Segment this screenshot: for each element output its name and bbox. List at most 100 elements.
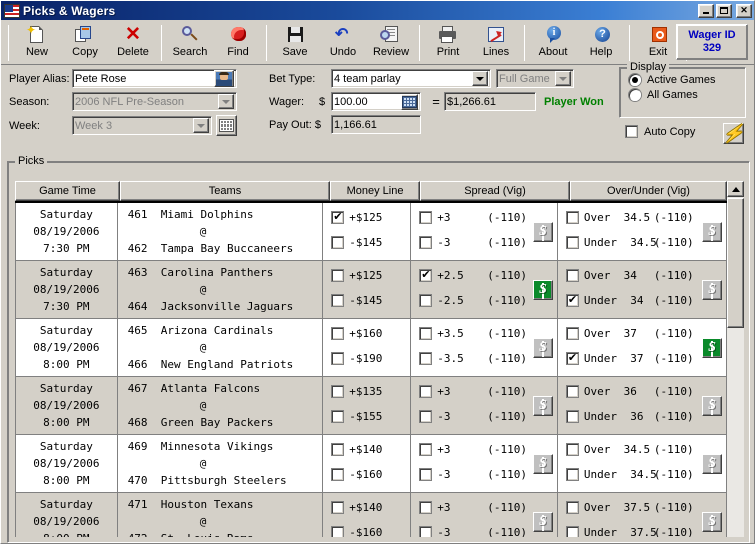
money-line-checkbox[interactable] [331,269,345,282]
money-line-checkbox[interactable] [331,236,345,249]
money-line-option[interactable]: +$135 [323,379,410,404]
spread-s-button[interactable]: S [532,454,553,474]
radio-all-games[interactable]: All Games [620,86,745,101]
over-under-checkbox[interactable] [565,351,579,365]
radio-all-games-icon[interactable] [629,89,641,101]
print-button[interactable]: Print [424,22,472,63]
money-line-option[interactable]: -$145 [323,230,410,255]
spread-s-button[interactable]: S [532,280,553,300]
money-line-checkbox[interactable] [331,410,345,423]
over-under-checkbox[interactable] [565,293,579,307]
column-header-money-line[interactable]: Money Line [330,181,420,201]
money-line-checkbox[interactable] [331,294,345,307]
spread-checkbox[interactable] [419,352,433,365]
season-dropdown[interactable]: 2006 NFL Pre-Season [72,92,237,111]
wager-calculator-button[interactable] [401,93,418,110]
over-under-s-button[interactable]: S [702,222,723,242]
over-under-s-button[interactable]: S [702,338,723,358]
game-period-chevron-down-icon[interactable] [555,71,571,86]
undo-button[interactable]: ↶ Undo [319,22,367,63]
find-button[interactable]: Find [214,22,262,63]
spread-s-button[interactable]: S [532,396,553,416]
radio-active-games-icon[interactable] [629,74,641,86]
help-button[interactable]: ? Help [577,22,625,63]
money-line-option[interactable]: +$125 [323,205,410,230]
auto-copy-checkbox[interactable] [625,125,638,138]
over-under-option[interactable]: Under 36 (-110) [558,404,726,429]
scrollbar-thumb[interactable] [727,198,744,328]
over-under-option[interactable]: Under 37.5 (-110) [558,520,726,537]
about-button[interactable]: i About [529,22,577,63]
spread-checkbox[interactable] [419,410,433,423]
spread-s-button[interactable]: S [532,222,553,242]
picks-vertical-scrollbar[interactable] [727,181,744,537]
spread-s-button[interactable]: S [532,338,553,358]
money-line-option[interactable]: -$145 [323,288,410,313]
over-under-option[interactable]: Under 37 (-110) [558,346,726,371]
over-under-s-button[interactable]: S [702,396,723,416]
table-row[interactable]: Saturday 08/19/2006 8:00 PM 467 Atlanta Fal… [15,377,727,435]
money-line-checkbox[interactable] [331,327,345,340]
save-button[interactable]: Save [271,22,319,63]
auto-copy-bolt-button[interactable]: ⚡ [723,123,744,144]
over-under-s-button[interactable]: S [702,512,723,532]
auto-copy-row[interactable]: Auto Copy [625,125,695,138]
minimize-button[interactable] [698,3,714,18]
over-under-option[interactable]: Over 34 (-110) [558,263,726,288]
bet-type-dropdown[interactable]: 4 team parlay [331,69,491,88]
season-chevron-down-icon[interactable] [218,94,234,109]
money-line-option[interactable]: +$140 [323,437,410,462]
over-under-checkbox[interactable] [565,443,579,456]
over-under-checkbox[interactable] [565,385,579,398]
column-header-spread[interactable]: Spread (Vig) [420,181,570,201]
spread-checkbox[interactable] [419,236,433,249]
spread-s-button[interactable]: S [532,512,553,532]
search-button[interactable]: Search [166,22,214,63]
spread-checkbox[interactable] [419,443,433,456]
close-button[interactable]: ✕ [736,3,752,18]
money-line-checkbox[interactable] [331,443,345,456]
over-under-option[interactable]: Under 34 (-110) [558,288,726,313]
over-under-option[interactable]: Under 34.5 (-110) [558,462,726,487]
over-under-s-button[interactable]: S [702,454,723,474]
over-under-checkbox[interactable] [565,269,579,282]
over-under-checkbox[interactable] [565,468,579,481]
over-under-checkbox[interactable] [565,501,579,514]
spread-checkbox[interactable] [419,468,433,481]
spread-checkbox[interactable] [419,526,433,537]
over-under-option[interactable]: Over 34.5 (-110) [558,205,726,230]
column-header-game-time[interactable]: Game Time [15,181,120,201]
delete-button[interactable]: ✕ Delete [109,22,157,63]
spread-checkbox[interactable] [419,501,433,514]
money-line-option[interactable]: +$160 [323,321,410,346]
money-line-option[interactable]: -$160 [323,462,410,487]
wager-amount-input[interactable]: 100.00 [331,92,421,111]
money-line-checkbox[interactable] [331,501,345,514]
player-alias-input[interactable]: Pete Rose [72,69,237,88]
game-period-dropdown[interactable]: Full Game [496,69,574,88]
spread-checkbox[interactable] [419,268,433,282]
over-under-option[interactable]: Over 34.5 (-110) [558,437,726,462]
over-under-checkbox[interactable] [565,410,579,423]
money-line-option[interactable]: -$155 [323,404,410,429]
money-line-option[interactable]: +$140 [323,495,410,520]
money-line-checkbox[interactable] [331,468,345,481]
money-line-checkbox[interactable] [331,385,345,398]
lines-button[interactable]: Lines [472,22,520,63]
review-button[interactable]: Review [367,22,415,63]
spread-checkbox[interactable] [419,211,433,224]
table-row[interactable]: Saturday 08/19/2006 8:00 PM 465 Arizona Car… [15,319,727,377]
over-under-checkbox[interactable] [565,526,579,537]
over-under-option[interactable]: Over 36 (-110) [558,379,726,404]
week-calendar-button[interactable] [216,115,237,136]
money-line-option[interactable]: -$160 [323,520,410,537]
money-line-option[interactable]: -$190 [323,346,410,371]
player-picker-button[interactable] [214,70,234,87]
exit-button[interactable]: Exit [634,22,682,63]
week-dropdown[interactable]: Week 3 [72,116,212,135]
column-header-teams[interactable]: Teams [120,181,330,201]
money-line-option[interactable]: +$125 [323,263,410,288]
table-row[interactable]: Saturday 08/19/2006 7:30 PM 461 Miami Dolph… [15,203,727,261]
new-button[interactable]: ✦ New [13,22,61,63]
scroll-up-button[interactable] [727,181,744,197]
